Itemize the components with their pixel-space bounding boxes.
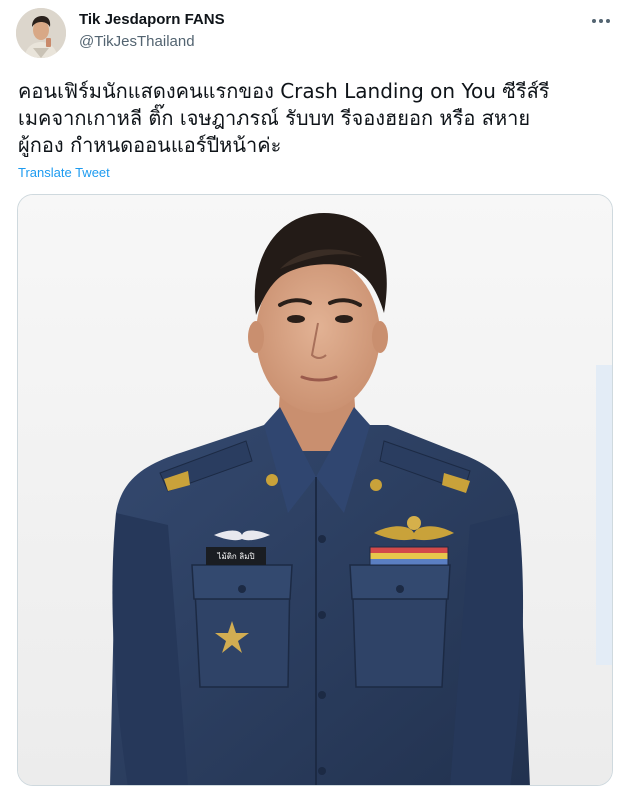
author-display-name[interactable]: Tik Jesdaporn FANS bbox=[79, 11, 225, 28]
more-horizontal-icon bbox=[592, 19, 610, 23]
tweet-media-photo[interactable]: ไม้ติก ลิมปิ bbox=[17, 194, 613, 786]
profile-avatar-icon bbox=[16, 8, 66, 58]
author-handle[interactable]: @TikJesThailand bbox=[79, 33, 195, 50]
tweet-text-line: คอนเฟิร์มนักแสดงคนแรกของ Crash Landing o… bbox=[18, 79, 550, 103]
translate-tweet-link[interactable]: Translate Tweet bbox=[18, 165, 110, 180]
tweet-text-line: ผู้กอง กำหนดออนแอร์ปีหน้าค่ะ bbox=[18, 133, 282, 157]
name-tag-text: ไม้ติก ลิมปิ bbox=[216, 552, 254, 561]
tweet-text: คอนเฟิร์มนักแสดงคนแรกของ Crash Landing o… bbox=[18, 78, 608, 159]
author-avatar[interactable] bbox=[16, 8, 66, 58]
tweet-header: Tik Jesdaporn FANS @TikJesThailand bbox=[0, 0, 620, 66]
more-options-button[interactable] bbox=[584, 8, 618, 34]
tweet-text-line: เมคจากเกาหลี ติ๊ก เจษฎาภรณ์ รับบท รีจองฮ… bbox=[18, 106, 531, 130]
photo-man-in-uniform: ไม้ติก ลิมปิ bbox=[18, 195, 612, 785]
